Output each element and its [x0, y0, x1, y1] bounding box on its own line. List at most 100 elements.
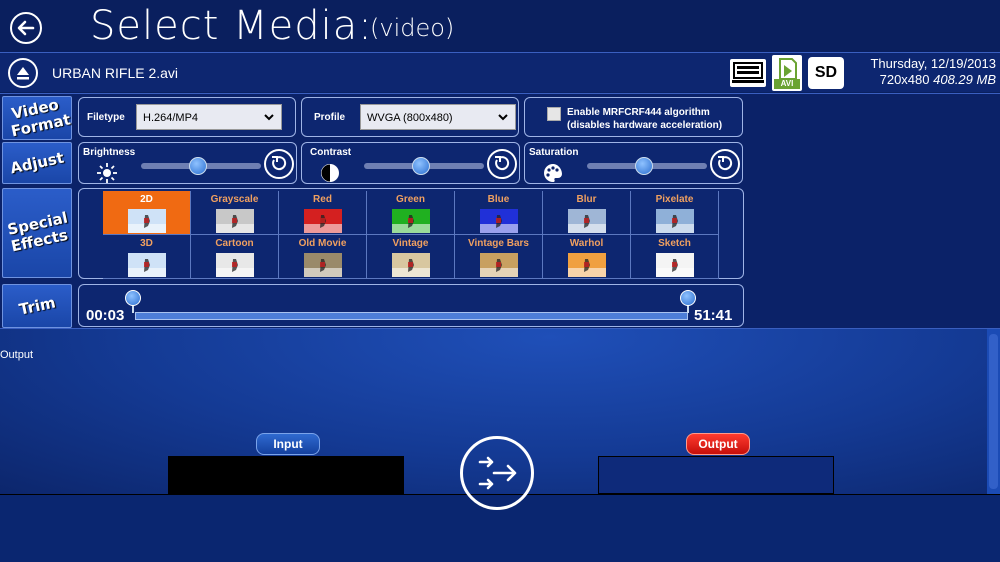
page-subtitle: (video)	[370, 14, 455, 42]
contrast-slider-thumb[interactable]	[412, 157, 430, 175]
filetype-select[interactable]: H.264/MP4	[136, 104, 282, 130]
effect-sketch[interactable]: Sketch	[631, 235, 719, 279]
eject-button[interactable]	[8, 58, 38, 88]
algorithm-note: (disables hardware acceleration)	[567, 120, 723, 131]
profile-label: Profile	[314, 112, 346, 123]
effect-2d[interactable]: 2D	[103, 191, 191, 235]
output-section-label: Output	[0, 349, 34, 361]
output-button[interactable]: Output	[686, 433, 750, 455]
effect-cartoon[interactable]: Cartoon	[191, 235, 279, 279]
contrast-box: Contrast	[301, 142, 520, 184]
effect-thumbnail	[216, 253, 254, 277]
trim-start-handle[interactable]	[125, 290, 141, 306]
file-resolution: 720x480	[879, 72, 930, 87]
effect-old-movie[interactable]: Old Movie	[279, 235, 367, 279]
effect-label: 3D	[140, 238, 153, 249]
trim-box	[78, 284, 744, 327]
trim-end-time: 51:41	[694, 307, 733, 324]
effect-blur[interactable]: Blur	[543, 191, 631, 235]
filetype-label: Filetype	[87, 112, 125, 123]
reset-icon	[272, 156, 287, 171]
effect-thumbnail	[216, 209, 254, 233]
effect-label: Green	[396, 194, 425, 205]
effect-label: Blue	[487, 194, 510, 205]
sd-badge[interactable]: SD	[808, 57, 844, 89]
effect-thumbnail	[656, 209, 694, 233]
effect-warhol[interactable]: Warhol	[543, 235, 631, 279]
file-info: Thursday, 12/19/2013 720x480 408.29 MB	[850, 56, 996, 88]
brightness-label: Brightness	[83, 147, 136, 158]
effect-label: Cartoon	[215, 238, 254, 249]
effect-label: Sketch	[658, 238, 691, 249]
effect-3d[interactable]: 3D	[103, 235, 191, 279]
trim-range-track[interactable]	[135, 312, 688, 320]
contrast-icon	[321, 164, 339, 182]
back-button[interactable]	[10, 12, 42, 44]
effect-grayscale[interactable]: Grayscale	[191, 191, 279, 235]
effect-thumbnail	[568, 253, 606, 277]
brightness-box: Brightness	[78, 142, 297, 184]
filetype-box: Filetype H.264/MP4	[78, 97, 296, 137]
brightness-slider-thumb[interactable]	[189, 157, 207, 175]
effect-thumbnail	[568, 209, 606, 233]
saturation-label: Saturation	[529, 147, 579, 158]
file-date: Thursday, 12/19/2013	[870, 56, 996, 71]
effect-label: Old Movie	[298, 238, 347, 249]
effect-vintage-bars[interactable]: Vintage Bars	[455, 235, 543, 279]
effect-thumbnail	[128, 253, 166, 277]
contrast-label: Contrast	[310, 147, 352, 158]
reset-icon	[718, 156, 733, 171]
effect-red[interactable]: Red	[279, 191, 367, 235]
chevron-down-icon	[498, 114, 508, 121]
effect-label: 2D	[140, 194, 153, 205]
algorithm-checkbox[interactable]	[547, 107, 561, 121]
sun-icon	[97, 163, 117, 183]
effect-label: Pixelate	[655, 194, 694, 205]
brightness-reset-button[interactable]	[264, 149, 294, 179]
effects-grid: 2D Grayscale Red Green Blue Blur Pixelate 3D Car…	[103, 191, 719, 279]
row-label-video-format: Video Format	[2, 95, 72, 140]
title-bar: Select Media: (video)	[0, 0, 1000, 52]
effect-label: Grayscale	[210, 194, 259, 205]
effect-thumbnail	[128, 209, 166, 233]
input-button[interactable]: Input	[256, 433, 320, 455]
profile-select[interactable]: WVGA (800x480)	[360, 104, 516, 130]
effect-thumbnail	[392, 253, 430, 277]
row-label-adjust: Adjust	[2, 142, 72, 184]
effect-vintage[interactable]: Vintage	[367, 235, 455, 279]
row-label-special-effects: Special Effects	[2, 188, 72, 278]
effect-thumbnail	[656, 253, 694, 277]
trim-start-time: 00:03	[86, 307, 125, 324]
effect-label: Warhol	[569, 238, 604, 249]
saturation-box: Saturation	[524, 142, 743, 184]
saturation-slider-thumb[interactable]	[635, 157, 653, 175]
effect-thumbnail	[392, 209, 430, 233]
effect-label: Vintage	[392, 238, 429, 249]
arrow-left-icon	[17, 20, 35, 36]
convert-button[interactable]	[460, 436, 534, 510]
effect-label: Blur	[576, 194, 597, 205]
avi-file-icon: AVI	[772, 55, 802, 91]
algorithm-box: Enable MRFCRF444 algorithm (disables har…	[524, 97, 743, 137]
saturation-reset-button[interactable]	[710, 149, 740, 179]
contrast-reset-button[interactable]	[487, 149, 517, 179]
row-label-trim: Trim	[2, 284, 72, 328]
palette-icon	[544, 164, 562, 182]
file-bar: URBAN RIFLE 2.avi AVI SD Thursday, 12/19…	[0, 52, 1000, 92]
input-preview	[168, 456, 404, 494]
algorithm-label: Enable MRFCRF444 algorithm	[567, 107, 710, 118]
file-size: 408.29 MB	[933, 72, 996, 87]
effect-thumbnail	[480, 209, 518, 233]
reset-icon	[495, 156, 510, 171]
file-name: URBAN RIFLE 2.avi	[52, 65, 179, 81]
device-icon[interactable]	[730, 59, 766, 87]
scrollbar-thumb[interactable]	[989, 334, 998, 489]
effect-label: Vintage Bars	[468, 238, 529, 249]
page-title: Select Media:	[90, 3, 373, 49]
effect-pixelate[interactable]: Pixelate	[631, 191, 719, 235]
effect-thumbnail	[304, 253, 342, 277]
chevron-down-icon	[264, 114, 274, 121]
trim-end-handle[interactable]	[680, 290, 696, 306]
effect-blue[interactable]: Blue	[455, 191, 543, 235]
effect-green[interactable]: Green	[367, 191, 455, 235]
